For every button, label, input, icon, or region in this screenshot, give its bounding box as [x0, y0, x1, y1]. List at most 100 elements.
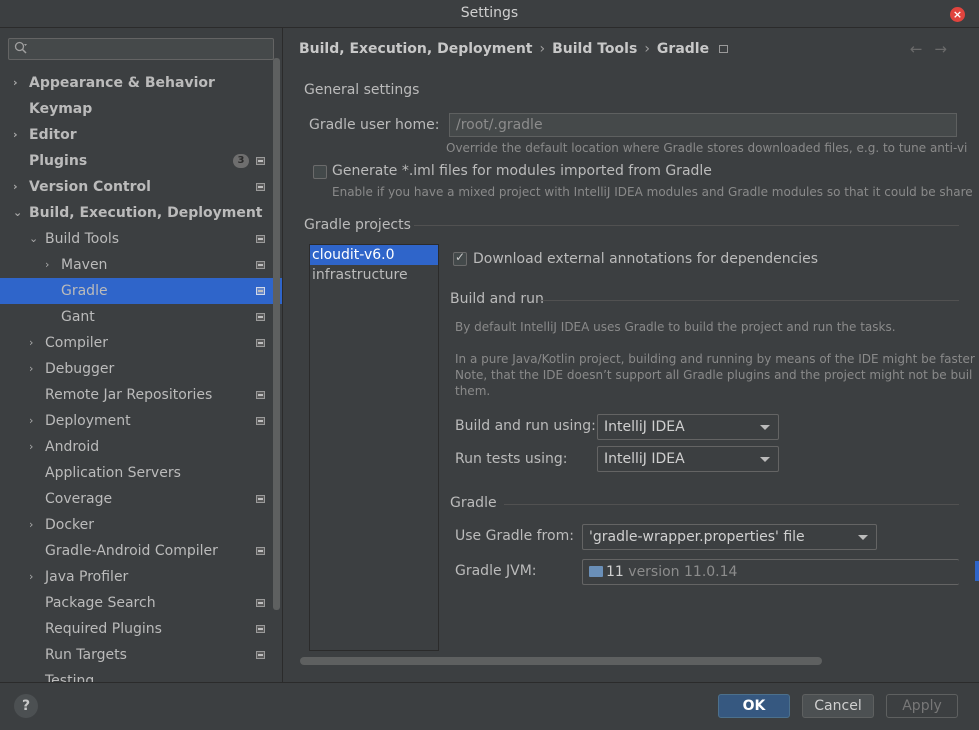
sidebar-item-label: Build Tools	[45, 231, 120, 247]
sidebar-item-testing[interactable]: Testing	[0, 668, 282, 682]
download-annotations-label: Download external annotations for depend…	[473, 251, 819, 267]
project-level-icon	[256, 313, 265, 321]
chevron-right-icon[interactable]: ›	[13, 174, 23, 200]
breadcrumb-separator: ›	[539, 41, 546, 57]
sidebar-item-keymap[interactable]: Keymap	[0, 96, 282, 122]
gradle-jvm-select[interactable]: 11 version 11.0.14	[582, 559, 959, 585]
breadcrumb-separator: ›	[644, 41, 650, 57]
folder-icon	[589, 566, 603, 577]
dialog-footer: ? OK Cancel Apply	[0, 682, 979, 730]
settings-sidebar: › Appearance & Behavior Keymap › Editor Plugi…	[0, 28, 283, 682]
sidebar-item-label: Editor	[29, 127, 77, 143]
chevron-right-icon[interactable]: ›	[29, 356, 39, 382]
chevron-down-icon[interactable]: ⌄	[29, 226, 39, 252]
build-run-hint-4: them.	[455, 384, 491, 398]
project-item-cloudit[interactable]: cloudit-v6.0	[310, 245, 438, 265]
sidebar-item-appearance-behavior[interactable]: › Appearance & Behavior	[0, 70, 282, 96]
breadcrumb-build-tools[interactable]: Build Tools	[552, 41, 637, 57]
sidebar-item-label: Deployment	[45, 413, 131, 429]
project-level-icon	[256, 235, 265, 243]
project-level-icon	[256, 495, 265, 503]
ok-button[interactable]: OK	[718, 694, 790, 718]
sidebar-item-remote-jar-repositories[interactable]: Remote Jar Repositories	[0, 382, 282, 408]
sidebar-item-maven[interactable]: › Maven	[0, 252, 282, 278]
sidebar-item-run-targets[interactable]: Run Targets	[0, 642, 282, 668]
chevron-right-icon[interactable]: ›	[45, 252, 55, 278]
sidebar-item-application-servers[interactable]: Application Servers	[0, 460, 282, 486]
sidebar-item-gant[interactable]: Gant	[0, 304, 282, 330]
run-tests-using-value: IntelliJ IDEA	[604, 451, 685, 467]
run-tests-using-label: Run tests using:	[455, 451, 568, 467]
project-level-icon	[256, 183, 265, 191]
gradle-user-home-label: Gradle user home:	[309, 117, 440, 133]
updates-badge: 3	[233, 154, 249, 168]
sidebar-item-label: Plugins	[29, 153, 88, 169]
sidebar-item-docker[interactable]: › Docker	[0, 512, 282, 538]
chevron-down-icon[interactable]: ⌄	[13, 200, 23, 226]
download-annotations-checkbox[interactable]	[453, 250, 467, 266]
breadcrumb: Build, Execution, Deployment › Build Tools…	[299, 41, 729, 57]
run-tests-using-select[interactable]: IntelliJ IDEA	[597, 446, 779, 472]
use-gradle-from-label: Use Gradle from:	[455, 528, 574, 544]
project-level-icon	[256, 547, 265, 555]
sidebar-item-debugger[interactable]: › Debugger	[0, 356, 282, 382]
help-button[interactable]: ?	[14, 694, 38, 718]
build-run-using-select[interactable]: IntelliJ IDEA	[597, 414, 779, 440]
search-input[interactable]	[8, 38, 274, 60]
project-level-icon	[256, 339, 265, 347]
sidebar-item-label: Maven	[61, 257, 108, 273]
generate-iml-checkbox[interactable]	[313, 165, 327, 179]
sidebar-item-label: Application Servers	[45, 465, 181, 481]
sidebar-item-label: Docker	[45, 517, 95, 533]
sidebar-item-java-profiler[interactable]: › Java Profiler	[0, 564, 282, 590]
sidebar-scrollbar[interactable]	[273, 58, 280, 610]
sidebar-item-build-tools[interactable]: ⌄ Build Tools	[0, 226, 282, 252]
breadcrumb-build-execution[interactable]: Build, Execution, Deployment	[299, 41, 533, 57]
chevron-right-icon[interactable]: ›	[29, 408, 39, 434]
project-level-icon	[719, 45, 729, 53]
chevron-right-icon[interactable]: ›	[29, 330, 39, 356]
close-icon[interactable]: ×	[950, 7, 965, 22]
chevron-down-icon	[760, 457, 770, 462]
search-icon	[14, 41, 27, 54]
sidebar-item-plugins[interactable]: Plugins 3	[0, 148, 282, 174]
sidebar-item-required-plugins[interactable]: Required Plugins	[0, 616, 282, 642]
sidebar-item-gradle[interactable]: Gradle	[0, 278, 282, 304]
sidebar-item-deployment[interactable]: › Deployment	[0, 408, 282, 434]
sidebar-item-label: Gant	[61, 309, 95, 325]
navigation-arrows: ←→	[910, 40, 959, 58]
build-run-hint-3: Note, that the IDE doesn’t support all G…	[455, 368, 973, 382]
sidebar-item-coverage[interactable]: Coverage	[0, 486, 282, 512]
sidebar-item-build-execution-deployment[interactable]: ⌄ Build, Execution, Deployment	[0, 200, 282, 226]
cancel-button[interactable]: Cancel	[802, 694, 874, 718]
chevron-right-icon[interactable]: ›	[13, 122, 23, 148]
sidebar-item-package-search[interactable]: Package Search	[0, 590, 282, 616]
chevron-right-icon[interactable]: ›	[13, 70, 23, 96]
build-run-using-value: IntelliJ IDEA	[604, 419, 685, 435]
gradle-projects-list: cloudit-v6.0 infrastructure	[309, 244, 439, 651]
use-gradle-from-select[interactable]: 'gradle-wrapper.properties' file	[582, 524, 877, 550]
chevron-right-icon[interactable]: ›	[29, 434, 39, 460]
project-level-icon	[256, 157, 265, 165]
sidebar-item-android[interactable]: › Android	[0, 434, 282, 460]
chevron-right-icon[interactable]: ›	[29, 512, 39, 538]
sidebar-item-label: Android	[45, 439, 100, 455]
back-arrow-icon[interactable]: ←	[910, 40, 935, 58]
sidebar-item-compiler[interactable]: › Compiler	[0, 330, 282, 356]
project-item-infrastructure[interactable]: infrastructure	[310, 265, 438, 285]
divider	[504, 504, 959, 505]
apply-button[interactable]: Apply	[886, 694, 958, 718]
chevron-down-icon	[760, 425, 770, 430]
generate-iml-hint: Enable if you have a mixed project with …	[332, 185, 973, 199]
sidebar-item-gradle-android-compiler[interactable]: Gradle-Android Compiler	[0, 538, 282, 564]
sidebar-item-label: Coverage	[45, 491, 113, 507]
chevron-right-icon[interactable]: ›	[29, 564, 39, 590]
sidebar-item-editor[interactable]: › Editor	[0, 122, 282, 148]
sidebar-item-version-control[interactable]: › Version Control	[0, 174, 282, 200]
divider	[540, 300, 959, 301]
gradle-user-home-field[interactable]: /root/.gradle	[449, 113, 957, 137]
forward-arrow-icon[interactable]: →	[934, 40, 959, 58]
sidebar-item-label: Version Control	[29, 179, 151, 195]
horizontal-scrollbar[interactable]	[300, 657, 822, 665]
project-level-icon	[256, 599, 265, 607]
